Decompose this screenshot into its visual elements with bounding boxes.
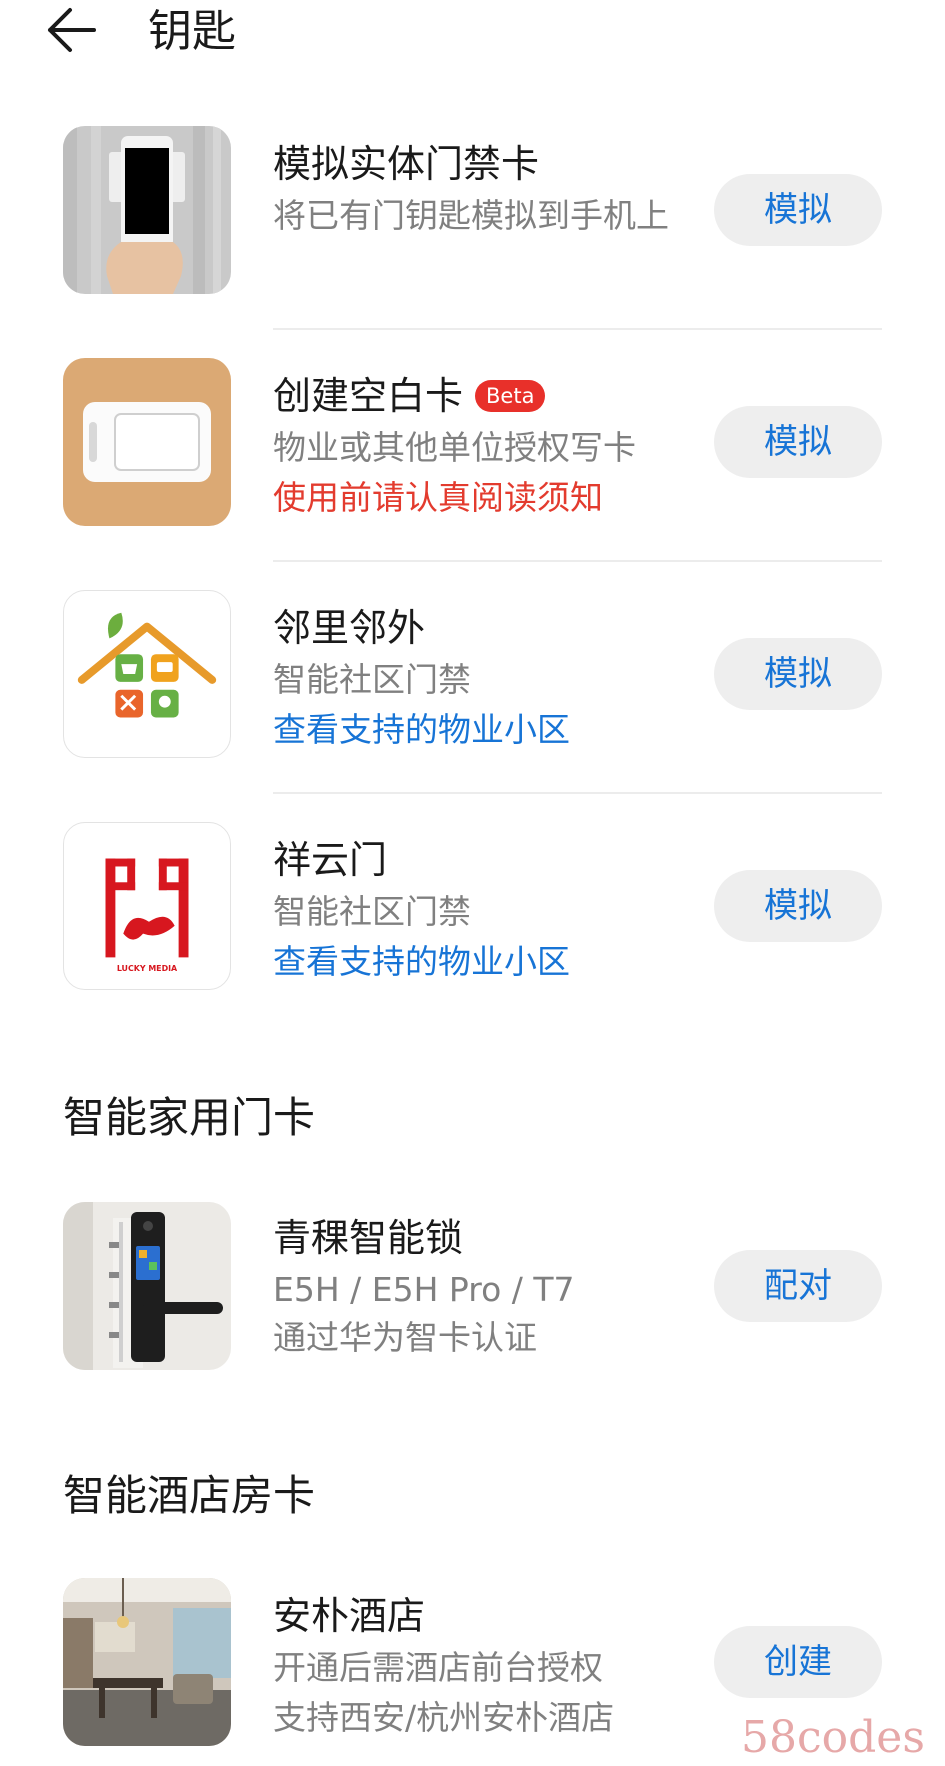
item-detail: 支持西安/杭州安朴酒店 xyxy=(273,1698,615,1737)
item-title: 祥云门 xyxy=(273,838,388,882)
xiangyun-logo-text: LUCKY MEDIA xyxy=(117,964,178,973)
simulate-button[interactable]: 模拟 xyxy=(714,638,882,710)
xiangyun-logo: LUCKY MEDIA xyxy=(63,822,231,990)
neighborhood-logo xyxy=(63,590,231,758)
back-button[interactable] xyxy=(44,2,100,58)
divider xyxy=(273,560,882,562)
supported-communities-link[interactable]: 查看支持的物业小区 xyxy=(273,706,570,753)
item-title: 模拟实体门禁卡 xyxy=(273,142,540,186)
read-notice-link[interactable]: 使用前请认真阅读须知 xyxy=(273,474,603,521)
item-subtitle: 智能社区门禁 xyxy=(273,660,471,699)
item-title: 创建空白卡 xyxy=(273,374,464,418)
section-title-hotel: 智能酒店房卡 xyxy=(63,1471,316,1520)
smart-lock-thumbnail xyxy=(63,1202,231,1370)
item-title: 安朴酒店 xyxy=(273,1594,426,1638)
simulate-button[interactable]: 模拟 xyxy=(714,174,882,246)
app-header: 钥匙 xyxy=(0,0,945,70)
item-subtitle: 智能社区门禁 xyxy=(273,892,471,931)
item-subtitle: 物业或其他单位授权写卡 xyxy=(273,428,636,467)
simulate-button[interactable]: 模拟 xyxy=(714,406,882,478)
section-title-home: 智能家用门卡 xyxy=(63,1093,316,1142)
blank-card-thumbnail xyxy=(63,358,231,526)
item-detail: 通过华为智卡认证 xyxy=(273,1318,537,1357)
item-subtitle: E5H / E5H Pro / T7 xyxy=(273,1270,575,1309)
divider xyxy=(273,792,882,794)
divider xyxy=(273,328,882,330)
simulate-button[interactable]: 模拟 xyxy=(714,870,882,942)
item-subtitle: 将已有门钥匙模拟到手机上 xyxy=(273,196,669,235)
watermark: 58codes xyxy=(741,1712,925,1763)
hotel-room-thumbnail xyxy=(63,1578,231,1746)
item-subtitle: 开通后需酒店前台授权 xyxy=(273,1648,603,1687)
phone-in-hand-thumbnail xyxy=(63,126,231,294)
arrow-left-icon xyxy=(48,8,96,52)
item-title: 邻里邻外 xyxy=(273,606,426,650)
pair-button[interactable]: 配对 xyxy=(714,1250,882,1322)
supported-communities-link[interactable]: 查看支持的物业小区 xyxy=(273,938,570,985)
item-title: 青稞智能锁 xyxy=(273,1216,464,1260)
page-title: 钥匙 xyxy=(148,6,236,57)
create-button[interactable]: 创建 xyxy=(714,1626,882,1698)
beta-badge: Beta xyxy=(475,380,546,412)
